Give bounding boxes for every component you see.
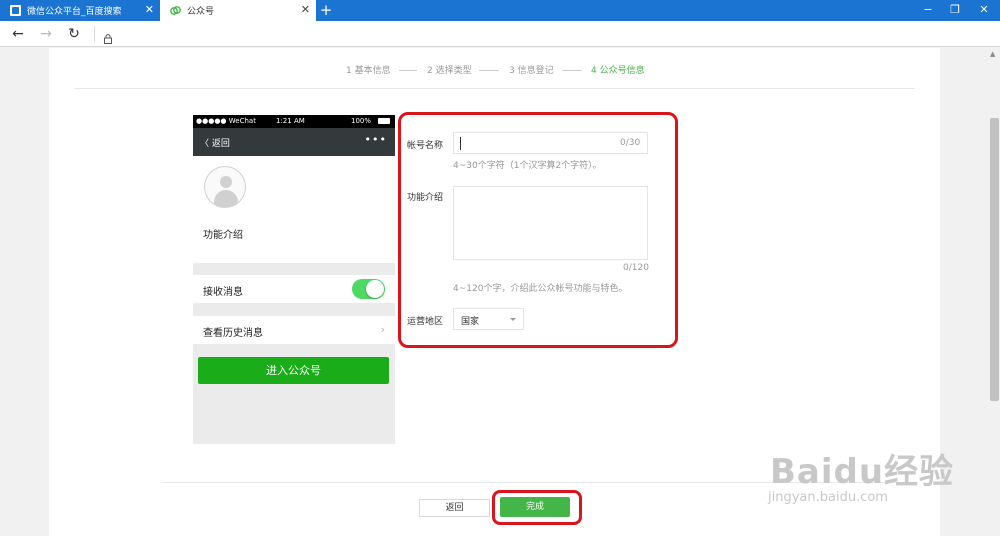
account-name-hint: 4~30个字符（1个汉字算2个字符）。 — [453, 161, 602, 171]
address-bar: ← → ↻ — [0, 21, 1000, 47]
history-messages-label: 查看历史消息 — [203, 328, 263, 339]
tab-close-icon[interactable]: ✕ — [301, 3, 310, 17]
intro-counter: 0/120 — [623, 263, 649, 273]
phone-back-link: 〈 返回 — [200, 139, 230, 149]
address-divider — [94, 26, 95, 42]
receive-toggle — [352, 279, 385, 299]
status-time: 1:21 AM — [276, 117, 305, 125]
step-connector — [479, 70, 499, 71]
step-3: 3 信息登记 — [509, 66, 554, 76]
step-indicator: 1 基本信息 2 选择类型 3 信息登记 4 公众号信息 — [49, 63, 940, 77]
phone-preview: ●●●●● WeChat 1:21 AM 100% 〈 返回 ••• 功能介绍 … — [193, 115, 395, 444]
registration-card: 1 基本信息 2 选择类型 3 信息登记 4 公众号信息 ●●●●● WeCha… — [49, 48, 940, 536]
browser-tab-baidu[interactable]: 微信公众平台_百度搜索 ✕ — [0, 0, 160, 21]
baidu-favicon-icon — [10, 5, 21, 16]
tab-close-icon[interactable]: ✕ — [145, 3, 154, 17]
text-caret — [460, 137, 461, 150]
refresh-button[interactable]: ↻ — [65, 25, 83, 43]
phone-status-bar: ●●●●● WeChat 1:21 AM 100% — [193, 115, 395, 128]
restore-button[interactable]: ❐ — [945, 2, 965, 18]
wechat-favicon-icon — [170, 5, 181, 16]
intro-label: 功能介绍 — [407, 193, 444, 203]
step-4-active: 4 公众号信息 — [591, 66, 645, 76]
footer-divider — [162, 482, 917, 483]
region-label: 运营地区 — [407, 317, 444, 327]
phone-nav-bar: 〈 返回 ••• — [193, 128, 395, 156]
account-name-counter: 0/30 — [620, 138, 641, 148]
done-button[interactable]: 完成 — [500, 497, 570, 517]
dropdown-arrow-icon — [510, 318, 516, 321]
chevron-right-icon: › — [380, 323, 385, 336]
more-icon: ••• — [364, 133, 387, 146]
history-messages-row: 查看历史消息 › — [193, 316, 395, 344]
window-close-button[interactable]: ✕ — [974, 2, 994, 18]
region-select[interactable]: 国家 — [453, 308, 524, 330]
minimize-button[interactable]: − — [918, 2, 938, 18]
header-divider — [74, 88, 915, 89]
receive-messages-row: 接收消息 — [193, 275, 395, 303]
page: 1 基本信息 2 选择类型 3 信息登记 4 公众号信息 ●●●●● WeCha… — [0, 48, 1000, 536]
back-nav-button[interactable]: ← — [9, 25, 27, 43]
step-connector — [399, 70, 417, 71]
step-2: 2 选择类型 — [427, 66, 472, 76]
account-name-input[interactable] — [453, 132, 648, 154]
new-tab-button[interactable]: + — [318, 1, 334, 19]
account-name-label: 帐号名称 — [407, 141, 444, 151]
account-profile: 功能介绍 — [193, 156, 395, 263]
step-1: 1 基本信息 — [346, 66, 391, 76]
intro-textarea[interactable] — [453, 186, 648, 260]
tab-title: 微信公众平台_百度搜索 — [27, 7, 122, 17]
battery-icon — [378, 118, 390, 124]
browser-tab-wechat[interactable]: 公众号 ✕ — [160, 0, 316, 21]
status-carrier: ●●●●● WeChat — [196, 117, 256, 125]
scrollbar-thumb[interactable] — [990, 118, 999, 401]
status-battery: 100% — [351, 117, 372, 125]
region-value: 国家 — [461, 317, 480, 327]
receive-messages-label: 接收消息 — [203, 287, 243, 298]
phone-intro-label: 功能介绍 — [203, 230, 243, 241]
step-connector — [562, 70, 582, 71]
tab-title: 公众号 — [187, 7, 215, 17]
intro-hint: 4~120个字，介绍此公众帐号功能与特色。 — [453, 284, 628, 294]
forward-nav-button[interactable]: → — [37, 25, 55, 43]
browser-tab-bar: 微信公众平台_百度搜索 ✕ 公众号 ✕ + − ❐ ✕ — [0, 0, 1000, 21]
scroll-up-arrow-icon[interactable]: ▲ — [990, 50, 995, 58]
back-button[interactable]: 返回 — [419, 499, 490, 517]
avatar-placeholder-icon — [204, 166, 246, 208]
lock-icon — [104, 29, 112, 44]
enter-account-button: 进入公众号 — [198, 357, 389, 384]
